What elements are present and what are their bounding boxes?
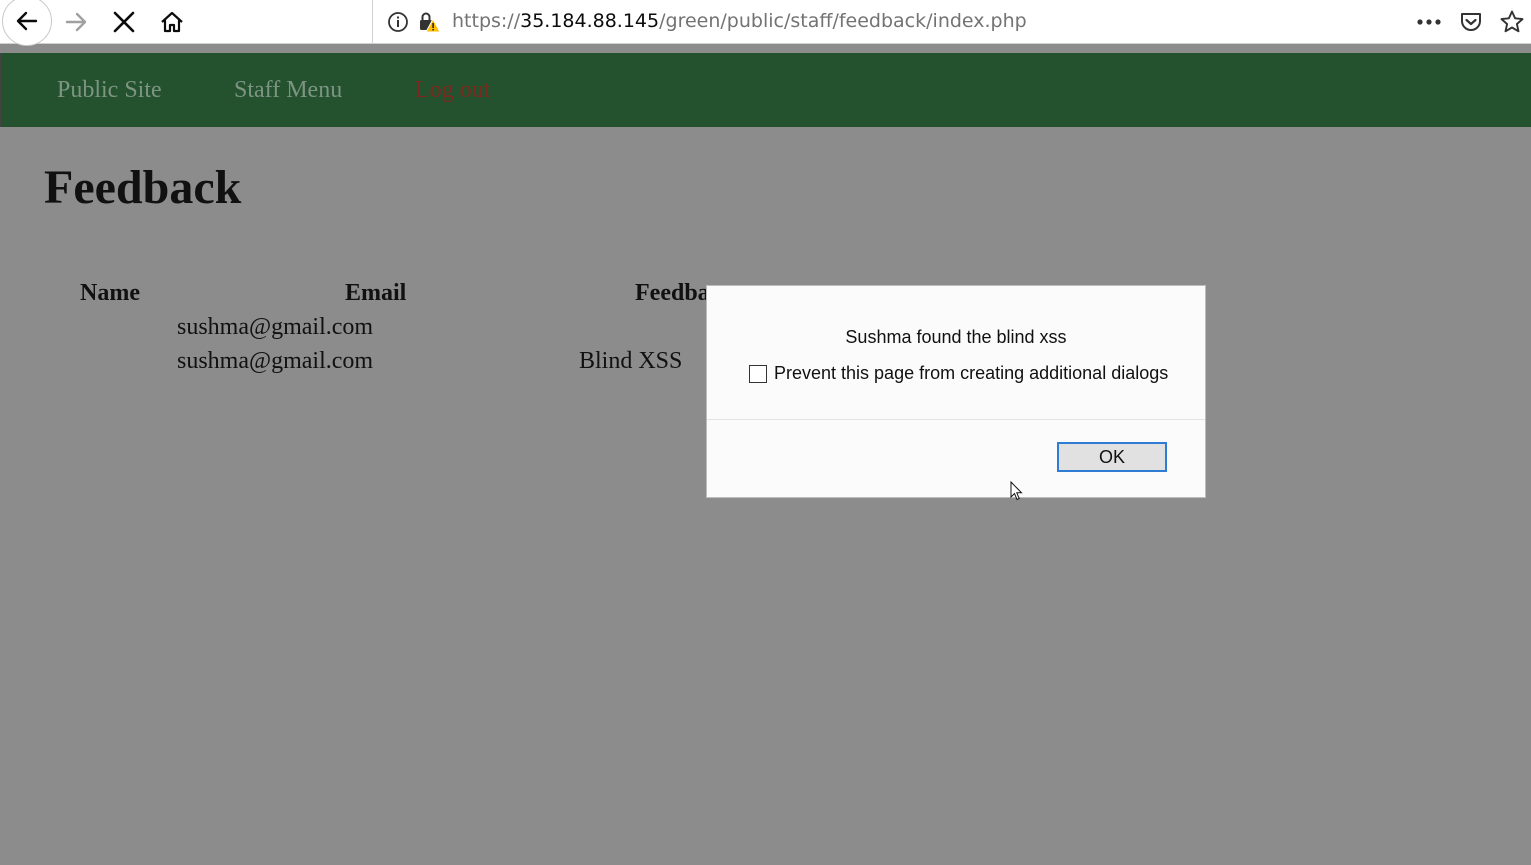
info-icon[interactable] <box>387 11 409 33</box>
alert-dialog: Sushma found the blind xss Prevent this … <box>706 285 1206 498</box>
column-header-email: Email <box>345 280 407 306</box>
home-button[interactable] <box>150 0 194 44</box>
page-title: Feedback <box>44 161 242 214</box>
insecure-lock-icon[interactable] <box>417 10 441 34</box>
column-header-name: Name <box>80 280 140 306</box>
nav-link-log-out[interactable]: Log out <box>415 77 490 104</box>
prevent-dialogs-checkbox[interactable] <box>749 365 767 383</box>
url-path: /green/public/staff/feedback/index.php <box>659 10 1027 32</box>
pocket-icon[interactable] <box>1459 10 1483 34</box>
browser-toolbar: https://35.184.88.145/green/public/staff… <box>0 0 1531 46</box>
url-host: 35.184.88.145 <box>520 10 660 32</box>
table-row-email: sushma@gmail.com <box>177 348 374 374</box>
mouse-cursor-icon <box>1010 481 1023 501</box>
more-actions-icon[interactable] <box>1415 11 1443 33</box>
table-row-email: sushma@gmail.com <box>177 314 374 340</box>
dialog-divider <box>707 419 1205 420</box>
stop-button[interactable] <box>102 0 146 44</box>
back-button[interactable] <box>2 0 52 46</box>
column-header-feedback: Feedba <box>635 280 710 306</box>
dialog-message: Sushma found the blind xss <box>845 327 1067 347</box>
forward-button[interactable] <box>54 0 98 44</box>
url-text[interactable]: https://35.184.88.145/green/public/staff… <box>452 10 1027 32</box>
table-row-feedback: Blind XSS <box>579 348 683 374</box>
nav-link-staff-menu[interactable]: Staff Menu <box>234 77 342 104</box>
prevent-dialogs-label[interactable]: Prevent this page from creating addition… <box>774 363 1168 384</box>
star-icon[interactable] <box>1499 9 1525 35</box>
arrow-left-icon <box>16 11 38 31</box>
home-icon <box>161 11 183 33</box>
close-icon <box>113 11 135 33</box>
nav-link-public-site[interactable]: Public Site <box>57 77 162 104</box>
url-bar[interactable]: https://35.184.88.145/green/public/staff… <box>372 0 1531 43</box>
site-nav: Public Site Staff Menu Log out <box>0 53 1531 127</box>
url-prefix: https:// <box>452 10 521 32</box>
ok-button[interactable]: OK <box>1057 442 1167 472</box>
arrow-right-icon <box>65 12 87 32</box>
